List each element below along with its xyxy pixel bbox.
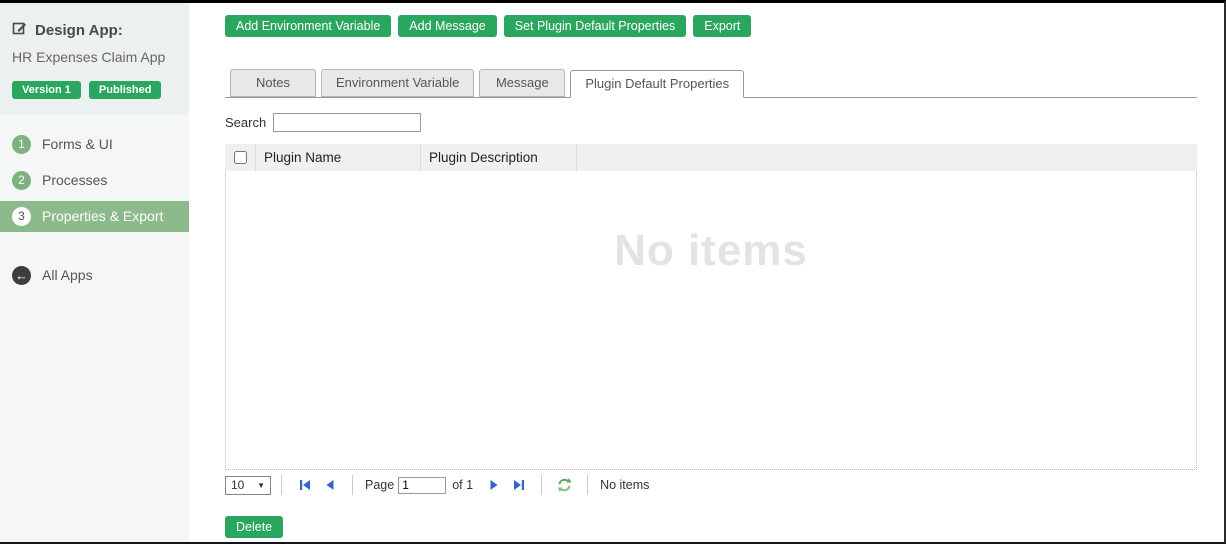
add-environment-variable-button[interactable]: Add Environment Variable — [225, 15, 392, 37]
edit-pencil-icon — [12, 20, 28, 40]
select-all-cell — [225, 144, 256, 171]
export-button[interactable]: Export — [693, 15, 752, 37]
search-label: Search — [225, 115, 267, 130]
search-row: Search — [225, 113, 1197, 132]
grid-header-row: Plugin Name Plugin Description — [225, 144, 1197, 171]
step-number-icon: 2 — [12, 170, 31, 190]
sidebar-item-processes[interactable]: 2 Processes — [0, 165, 189, 196]
set-plugin-default-properties-button[interactable]: Set Plugin Default Properties — [503, 15, 687, 37]
previous-page-icon[interactable] — [322, 478, 337, 493]
design-app-title-row: Design App: — [12, 20, 177, 40]
all-apps-label: All Apps — [42, 267, 93, 283]
pagination-bar: 10 ▼ Page of 1 — [225, 474, 1197, 496]
tab-message[interactable]: Message — [479, 69, 566, 97]
page-label: Page — [365, 478, 395, 492]
delete-button[interactable]: Delete — [225, 516, 284, 538]
sidebar-header: Design App: HR Expenses Claim App Versio… — [0, 3, 189, 115]
next-page-icon[interactable] — [486, 478, 501, 493]
step-number-icon: 3 — [12, 206, 31, 226]
column-header-plugin-description: Plugin Description — [421, 144, 577, 171]
sidebar: Design App: HR Expenses Claim App Versio… — [0, 3, 189, 542]
page-size-value: 10 — [231, 478, 245, 492]
badges: Version 1 Published — [12, 80, 177, 99]
page-title: Design App: — [35, 21, 123, 39]
toolbar: Add Environment Variable Add Message Set… — [225, 15, 1197, 37]
refresh-icon[interactable] — [557, 478, 572, 493]
sidebar-item-properties-export[interactable]: 3 Properties & Export — [0, 200, 189, 232]
tab-plugin-default-properties[interactable]: Plugin Default Properties — [570, 70, 745, 98]
sidebar-item-label: Properties & Export — [42, 208, 164, 224]
no-items-watermark: No items — [614, 226, 808, 275]
back-arrow-icon: ← — [12, 265, 31, 285]
version-badge: Version 1 — [12, 80, 81, 99]
tab-bar: Notes Environment Variable Message Plugi… — [225, 69, 1197, 98]
divider — [587, 475, 589, 495]
tab-notes[interactable]: Notes — [230, 69, 316, 97]
sidebar-item-label: Forms & UI — [42, 136, 113, 152]
column-header-plugin-name: Plugin Name — [256, 144, 421, 171]
sidebar-item-label: Processes — [42, 172, 108, 188]
all-apps-link[interactable]: ← All Apps — [0, 260, 189, 291]
step-number-icon: 1 — [12, 134, 31, 154]
search-input[interactable] — [273, 113, 422, 132]
select-all-checkbox[interactable] — [233, 151, 247, 164]
divider — [281, 475, 282, 495]
page-number-input[interactable] — [398, 476, 447, 494]
sidebar-item-forms-ui[interactable]: 1 Forms & UI — [0, 129, 189, 160]
divider — [352, 475, 353, 495]
pagination-status: No items — [600, 478, 650, 492]
published-badge: Published — [88, 80, 162, 99]
column-header-empty — [577, 144, 1197, 171]
last-page-icon[interactable] — [511, 478, 526, 493]
tab-environment-variable[interactable]: Environment Variable — [321, 69, 475, 97]
add-message-button[interactable]: Add Message — [398, 15, 497, 37]
divider — [541, 475, 543, 495]
grid-body: No items — [225, 171, 1197, 470]
page-of-label: of 1 — [452, 478, 474, 492]
chevron-down-icon: ▼ — [257, 480, 265, 490]
app-name: HR Expenses Claim App — [12, 49, 166, 65]
first-page-icon[interactable] — [297, 478, 312, 493]
page-size-select[interactable]: 10 ▼ — [225, 475, 271, 495]
plugin-grid: Plugin Name Plugin Description No items … — [225, 144, 1197, 496]
main-content: Add Environment Variable Add Message Set… — [189, 3, 1224, 542]
design-app-page: Design App: HR Expenses Claim App Versio… — [0, 0, 1226, 544]
sidebar-menu: 1 Forms & UI 2 Processes 3 Properties & … — [0, 129, 189, 232]
